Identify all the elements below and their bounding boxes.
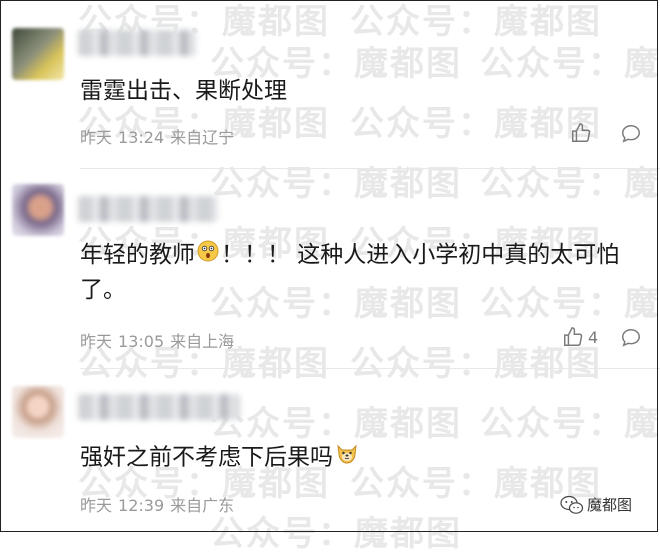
comment-time: 12:39 [118, 496, 165, 515]
comment-date: 昨天 [80, 332, 113, 351]
like-button[interactable]: 4 [562, 326, 598, 348]
comment-location: 来自广东 [170, 496, 235, 515]
comment-text: 雷霆出击、果断处理 [80, 78, 287, 104]
comment-date: 昨天 [80, 128, 113, 147]
dog-face-icon [334, 440, 360, 476]
comment-text-part: 强奸之前不考虑下后果吗 [80, 444, 333, 471]
comment-meta: 昨天 13:24 来自辽宁 [80, 124, 240, 148]
comment-meta: 昨天 13:05 来自上海 [80, 328, 240, 352]
avatar[interactable] [12, 28, 64, 80]
like-count: 4 [588, 327, 599, 347]
reply-button[interactable] [620, 123, 642, 149]
brand-watermark: 魔都图 [560, 494, 632, 515]
brand-label: 魔都图 [587, 496, 633, 514]
divider [80, 168, 660, 169]
thumbs-up-icon [564, 327, 583, 346]
comment-location: 来自辽宁 [170, 128, 235, 147]
wechat-icon [560, 495, 584, 514]
avatar[interactable] [12, 184, 64, 236]
comment-time: 13:05 [118, 332, 165, 351]
comment-text: 强奸之前不考虑下后果吗 [80, 440, 620, 476]
username-blurred[interactable] [78, 394, 240, 420]
comment-text-part: 年轻的教师 [80, 242, 195, 268]
comment-date: 昨天 [80, 496, 113, 515]
username-blurred[interactable] [78, 30, 196, 56]
username-blurred[interactable] [78, 196, 218, 222]
comment-item: 年轻的教师！！！ 这种人进入小学初中真的太可怕了。 昨天 13:05 来自上海 4 [0, 170, 660, 370]
comment-bubble-icon [622, 125, 640, 143]
comment-meta: 昨天 12:39 来自广东 [80, 492, 240, 516]
like-button[interactable] [570, 122, 596, 144]
comment-time: 13:24 [118, 128, 165, 147]
thumbs-up-icon [572, 123, 591, 142]
divider [80, 368, 660, 369]
comment-text: 年轻的教师！！！ 这种人进入小学初中真的太可怕了。 [80, 238, 620, 307]
avatar[interactable] [12, 386, 64, 438]
comment-bubble-icon [622, 329, 640, 347]
reply-button[interactable] [620, 327, 642, 353]
comment-item: 雷霆出击、果断处理 昨天 13:24 来自辽宁 [0, 0, 660, 170]
shocked-face-icon [196, 239, 220, 273]
comment-location: 来自上海 [170, 332, 235, 351]
